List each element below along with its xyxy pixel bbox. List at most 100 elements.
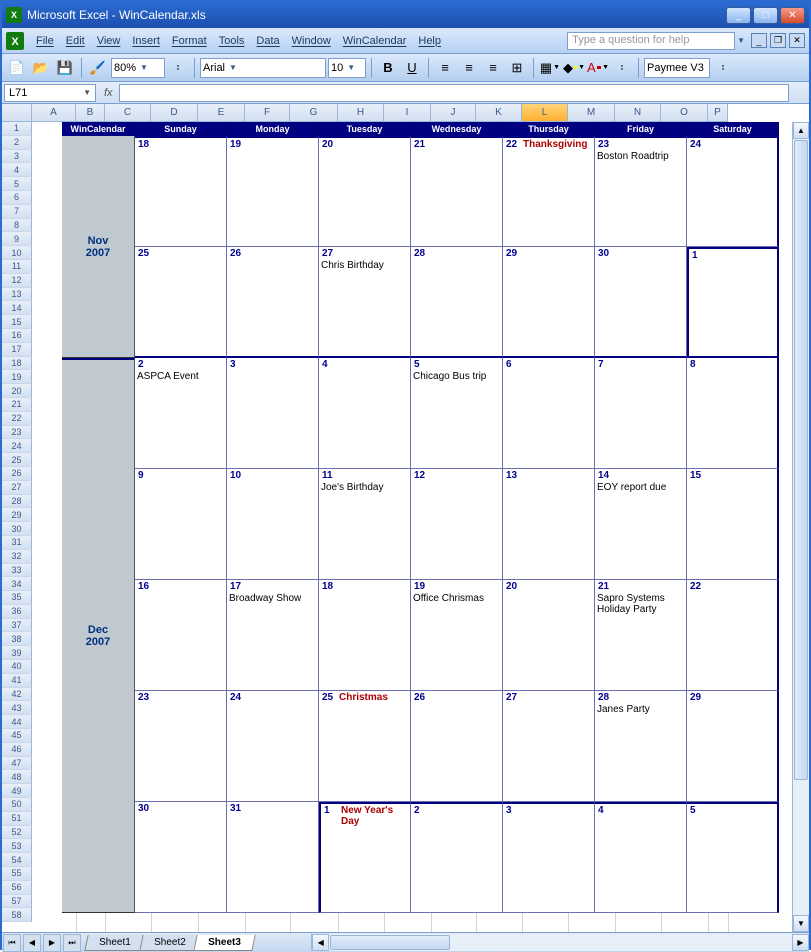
- row-header[interactable]: 53: [2, 839, 32, 853]
- vertical-scrollbar[interactable]: ▲ ▼: [792, 122, 809, 932]
- sheet-tab-sheet1[interactable]: Sheet1: [84, 935, 145, 951]
- calendar-day-cell[interactable]: 30: [135, 802, 227, 913]
- row-header[interactable]: 34: [2, 577, 32, 591]
- calendar-day-cell[interactable]: 19: [227, 136, 319, 247]
- calendar-day-cell[interactable]: 28: [411, 247, 503, 358]
- row-header[interactable]: 58: [2, 908, 32, 922]
- font-select[interactable]: Arial▼: [200, 58, 326, 78]
- calendar-day-cell[interactable]: 23Boston Roadtrip: [595, 136, 687, 247]
- row-header[interactable]: 20: [2, 384, 32, 398]
- row-header[interactable]: 40: [2, 660, 32, 674]
- column-header-I[interactable]: I: [384, 104, 431, 122]
- column-header-M[interactable]: M: [568, 104, 615, 122]
- menu-insert[interactable]: Insert: [126, 33, 166, 49]
- sheet-tab-sheet3[interactable]: Sheet3: [194, 935, 256, 951]
- row-header[interactable]: 52: [2, 826, 32, 840]
- toolbar-options-icon[interactable]: ⦂: [611, 57, 633, 79]
- calendar-day-cell[interactable]: 3: [227, 358, 319, 469]
- calendar-day-cell[interactable]: 16: [135, 580, 227, 691]
- calendar-day-cell[interactable]: 1: [687, 247, 779, 358]
- menu-help[interactable]: Help: [412, 33, 447, 49]
- font-size-select[interactable]: 10▼: [328, 58, 366, 78]
- row-header[interactable]: 33: [2, 564, 32, 578]
- sheet-tab-sheet2[interactable]: Sheet2: [139, 935, 200, 951]
- column-header-H[interactable]: H: [338, 104, 384, 122]
- calendar-day-cell[interactable]: 27Chris Birthday: [319, 247, 411, 358]
- row-header[interactable]: 47: [2, 757, 32, 771]
- calendar-day-cell[interactable]: 18: [135, 136, 227, 247]
- calendar-day-cell[interactable]: 6: [503, 358, 595, 469]
- menu-data[interactable]: Data: [250, 33, 285, 49]
- doc-close-button[interactable]: ✕: [789, 33, 805, 48]
- calendar-day-cell[interactable]: 2: [411, 802, 503, 913]
- select-all-cell[interactable]: [2, 104, 32, 122]
- calendar-day-cell[interactable]: 17Broadway Show: [227, 580, 319, 691]
- calendar-day-cell[interactable]: 28Janes Party: [595, 691, 687, 802]
- help-search-input[interactable]: Type a question for help: [567, 32, 735, 50]
- row-header[interactable]: 48: [2, 770, 32, 784]
- fx-icon[interactable]: fx: [104, 87, 113, 99]
- merge-center-button[interactable]: ⊞: [506, 57, 528, 79]
- scroll-left-arrow[interactable]: ◀: [312, 934, 329, 951]
- menu-edit[interactable]: Edit: [60, 33, 91, 49]
- row-header[interactable]: 36: [2, 605, 32, 619]
- column-header-K[interactable]: K: [476, 104, 522, 122]
- calendar-day-cell[interactable]: 23: [135, 691, 227, 802]
- row-header[interactable]: 29: [2, 508, 32, 522]
- calendar-day-cell[interactable]: 20: [503, 580, 595, 691]
- column-header-O[interactable]: O: [661, 104, 708, 122]
- calendar-day-cell[interactable]: 29: [503, 247, 595, 358]
- format-painter-icon[interactable]: 🖌️: [87, 57, 109, 79]
- name-box[interactable]: L71▼: [4, 84, 96, 102]
- calendar-day-cell[interactable]: 18: [319, 580, 411, 691]
- column-header-B[interactable]: B: [76, 104, 105, 122]
- bold-button[interactable]: B: [377, 57, 399, 79]
- menu-tools[interactable]: Tools: [213, 33, 251, 49]
- column-header-D[interactable]: D: [151, 104, 198, 122]
- row-header[interactable]: 30: [2, 522, 32, 536]
- row-header[interactable]: 38: [2, 632, 32, 646]
- row-header[interactable]: 32: [2, 550, 32, 564]
- row-header[interactable]: 14: [2, 301, 32, 315]
- calendar-day-cell[interactable]: 15: [687, 469, 779, 580]
- borders-button[interactable]: ▦▼: [539, 57, 561, 79]
- menu-view[interactable]: View: [91, 33, 127, 49]
- row-header[interactable]: 1: [2, 122, 32, 136]
- row-header[interactable]: 39: [2, 646, 32, 660]
- calendar-day-cell[interactable]: 12: [411, 469, 503, 580]
- row-header[interactable]: 28: [2, 495, 32, 509]
- row-header[interactable]: 4: [2, 163, 32, 177]
- tab-nav-next[interactable]: ▶: [43, 934, 61, 952]
- row-header[interactable]: 8: [2, 219, 32, 233]
- calendar-day-cell[interactable]: 31: [227, 802, 319, 913]
- calendar-day-cell[interactable]: 21: [411, 136, 503, 247]
- doc-restore-button[interactable]: ❐: [770, 33, 786, 48]
- row-header[interactable]: 9: [2, 232, 32, 246]
- row-header[interactable]: 17: [2, 343, 32, 357]
- calendar-day-cell[interactable]: 29: [687, 691, 779, 802]
- calendar-day-cell[interactable]: 13: [503, 469, 595, 580]
- row-header[interactable]: 49: [2, 784, 32, 798]
- row-header[interactable]: 41: [2, 674, 32, 688]
- tab-nav-first[interactable]: ⏮: [3, 934, 21, 952]
- row-header[interactable]: 3: [2, 150, 32, 164]
- row-header[interactable]: 46: [2, 743, 32, 757]
- row-header[interactable]: 2: [2, 136, 32, 150]
- align-right-button[interactable]: ≡: [482, 57, 504, 79]
- column-header-A[interactable]: A: [32, 104, 76, 122]
- scroll-right-arrow[interactable]: ▶: [792, 934, 809, 951]
- row-header[interactable]: 56: [2, 881, 32, 895]
- save-icon[interactable]: 💾: [54, 57, 76, 79]
- row-header[interactable]: 45: [2, 729, 32, 743]
- row-header[interactable]: 26: [2, 467, 32, 481]
- row-header[interactable]: 18: [2, 357, 32, 371]
- row-header[interactable]: 24: [2, 439, 32, 453]
- calendar-day-cell[interactable]: 27: [503, 691, 595, 802]
- calendar-day-cell[interactable]: 10: [227, 469, 319, 580]
- row-header[interactable]: 23: [2, 426, 32, 440]
- column-header-L[interactable]: L: [522, 104, 568, 122]
- row-header[interactable]: 5: [2, 177, 32, 191]
- tab-nav-last[interactable]: ⏭: [63, 934, 81, 952]
- row-header[interactable]: 44: [2, 715, 32, 729]
- row-header[interactable]: 50: [2, 798, 32, 812]
